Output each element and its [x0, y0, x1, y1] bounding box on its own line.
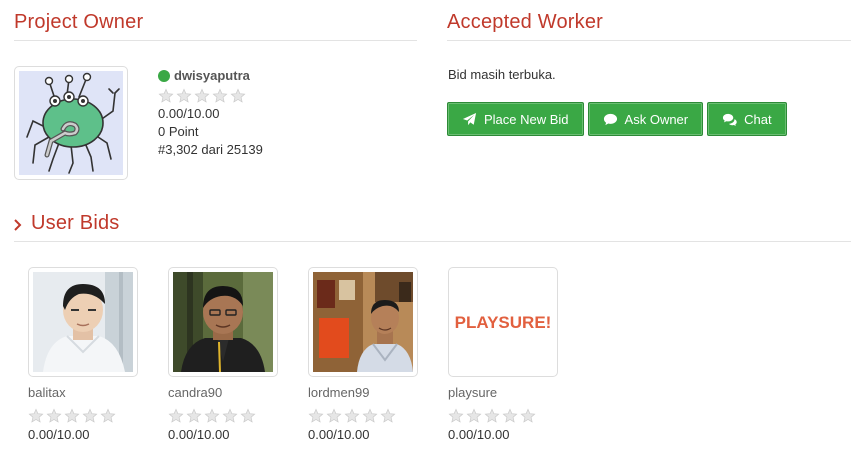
accepted-worker-divider — [447, 40, 851, 41]
playsure-logo-text: PLAYSURE! — [455, 313, 552, 332]
star-icon — [484, 408, 500, 424]
ask-owner-label: Ask Owner — [624, 111, 689, 127]
bidder-avatar[interactable]: PLAYSURE! — [448, 267, 558, 377]
bidder-avatar[interactable] — [28, 267, 138, 377]
star-icon — [230, 88, 246, 104]
star-icon — [46, 408, 62, 424]
bidder-card: candra90 0.00/10.00 — [168, 267, 278, 444]
online-status-icon — [158, 70, 170, 82]
bidder-username[interactable]: balitax — [28, 384, 138, 402]
bidder-rating-score: 0.00/10.00 — [168, 427, 230, 442]
star-icon — [176, 88, 192, 104]
chat-label: Chat — [744, 111, 772, 127]
bid-status-text: Bid masih terbuka. — [448, 67, 556, 82]
star-icon — [448, 408, 464, 424]
star-icon — [222, 408, 238, 424]
playsure-logo: PLAYSURE! — [453, 272, 553, 372]
bidder-card: balitax 0.00/10.00 — [28, 267, 138, 444]
bidder-photo-image — [33, 272, 133, 372]
bidder-rating-stars — [308, 407, 418, 425]
bidder-username[interactable]: lordmen99 — [308, 384, 418, 402]
star-icon — [168, 408, 184, 424]
star-icon — [344, 408, 360, 424]
star-icon — [362, 408, 378, 424]
owner-rating-stars — [158, 87, 263, 105]
star-icon — [28, 408, 44, 424]
star-icon — [502, 408, 518, 424]
owner-username[interactable]: dwisyaputra — [174, 67, 250, 85]
accepted-worker-heading: Accepted Worker — [447, 11, 604, 33]
bidder-card: lordmen99 0.00/10.00 — [308, 267, 418, 444]
star-icon — [466, 408, 482, 424]
owner-avatar-image — [19, 71, 123, 175]
star-icon — [326, 408, 342, 424]
star-icon — [204, 408, 220, 424]
owner-rank: #3,302 dari 25139 — [158, 142, 263, 157]
owner-avatar[interactable] — [14, 66, 128, 180]
bidder-rating-stars — [168, 407, 278, 425]
paper-plane-icon — [462, 112, 477, 127]
comments-icon — [722, 112, 737, 127]
bidder-card: PLAYSURE! playsure 0.00/10.00 — [448, 267, 558, 444]
chevron-right-icon — [12, 218, 24, 237]
ask-owner-button[interactable]: Ask Owner — [587, 102, 704, 136]
bidder-rating-score: 0.00/10.00 — [448, 427, 510, 442]
star-icon — [186, 408, 202, 424]
star-icon — [380, 408, 396, 424]
project-owner-divider — [14, 40, 417, 41]
bidder-username[interactable]: candra90 — [168, 384, 278, 402]
user-bids-heading: User Bids — [31, 212, 120, 234]
chat-button[interactable]: Chat — [707, 102, 787, 136]
star-icon — [194, 88, 210, 104]
owner-info: dwisyaputra 0.00/10.00 0 Point #3,302 da… — [158, 67, 263, 159]
owner-rating-score: 0.00/10.00 — [158, 106, 220, 121]
bidder-rating-stars — [448, 407, 558, 425]
owner-name-row: dwisyaputra — [158, 67, 263, 85]
star-icon — [100, 408, 116, 424]
user-bids-divider — [14, 241, 851, 242]
comment-icon — [603, 112, 618, 127]
place-new-bid-button[interactable]: Place New Bid — [447, 102, 584, 136]
bidders-list: balitax 0.00/10.00 candra90 0.00/10.00 l… — [28, 267, 558, 444]
bidder-avatar[interactable] — [168, 267, 278, 377]
star-icon — [240, 408, 256, 424]
place-new-bid-label: Place New Bid — [484, 111, 569, 127]
bidder-photo-image — [313, 272, 413, 372]
bidder-rating-score: 0.00/10.00 — [308, 427, 370, 442]
star-icon — [308, 408, 324, 424]
owner-points: 0 Point — [158, 124, 199, 139]
bidder-rating-stars — [28, 407, 138, 425]
star-icon — [158, 88, 174, 104]
star-icon — [82, 408, 98, 424]
star-icon — [520, 408, 536, 424]
bidder-username[interactable]: playsure — [448, 384, 558, 402]
bidder-photo-image — [173, 272, 273, 372]
project-owner-heading: Project Owner — [14, 11, 144, 33]
bidder-rating-score: 0.00/10.00 — [28, 427, 90, 442]
action-buttons: Place New Bid Ask Owner Chat — [447, 102, 787, 136]
star-icon — [64, 408, 80, 424]
star-icon — [212, 88, 228, 104]
bidder-avatar[interactable] — [308, 267, 418, 377]
